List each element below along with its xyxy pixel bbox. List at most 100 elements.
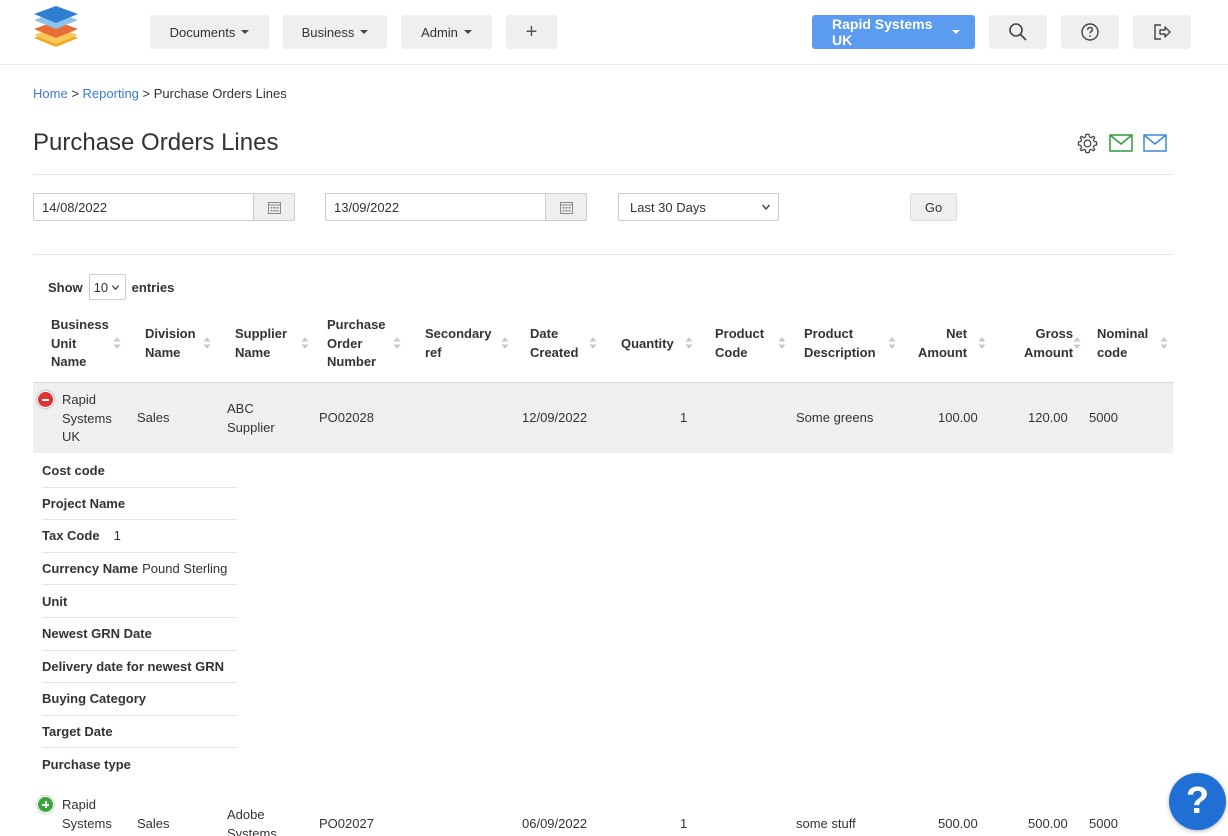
settings-button[interactable]	[1076, 131, 1099, 155]
email-green-button[interactable]	[1109, 131, 1133, 155]
breadcrumb-home-link[interactable]: Home	[33, 86, 68, 101]
detail-key: Currency Name	[42, 561, 139, 577]
sort-icon[interactable]	[1160, 336, 1168, 350]
column-header[interactable]: Product Description	[804, 325, 876, 362]
sort-icon[interactable]	[1073, 336, 1081, 350]
chevron-down-icon	[761, 204, 771, 211]
date-to-input[interactable]	[325, 193, 545, 221]
column-header-line: Number	[327, 354, 377, 369]
sort-icon[interactable]	[501, 336, 509, 350]
column-header-line: Gross	[1035, 326, 1074, 342]
expand-row-icon[interactable]	[37, 796, 54, 813]
detail-row: Tax Code 1	[42, 520, 237, 553]
table-row-cell-date-created: 06/09/2022	[522, 816, 588, 831]
column-header-line: Name	[145, 344, 181, 360]
company-switcher-button[interactable]: Rapid Systems UK	[812, 15, 975, 49]
caret-down-icon	[241, 30, 250, 34]
detail-key: Unit	[42, 593, 68, 609]
column-header-line: Date	[530, 326, 559, 342]
business-menu-button[interactable]: Business	[283, 15, 387, 49]
column-header-line: Product	[804, 326, 854, 342]
date-from-input[interactable]	[33, 193, 253, 221]
email-blue-icon	[1143, 134, 1167, 152]
cell-line: Rapid	[62, 392, 96, 407]
column-header[interactable]: Supplier Name	[235, 325, 287, 362]
breadcrumb-separator: >	[71, 86, 79, 101]
help-circle-icon	[1081, 23, 1099, 41]
search-icon	[1009, 23, 1027, 41]
cell-line: UK	[62, 429, 81, 444]
column-header-line: Net	[946, 326, 968, 342]
date-from-group	[33, 193, 295, 221]
go-button[interactable]: Go	[910, 193, 957, 221]
sort-icon[interactable]	[589, 336, 597, 350]
breadcrumb: Home > Reporting > Purchase Orders Lines	[33, 86, 287, 101]
sort-icon[interactable]	[778, 336, 786, 350]
table-row-cell-quantity: 1	[680, 816, 688, 831]
table-row-cell-supplier: ABC Supplier	[227, 400, 275, 437]
table-row-selected[interactable]	[33, 383, 1173, 453]
column-header[interactable]: Quantity	[621, 335, 674, 354]
admin-menu-button[interactable]: Admin	[401, 15, 492, 49]
column-header[interactable]: Nominal code	[1097, 325, 1148, 362]
caret-down-icon	[360, 30, 369, 34]
help-chat-button[interactable]: ?	[1169, 773, 1226, 830]
table-row-cell-division: Sales	[137, 816, 170, 831]
detail-key: Buying Category	[42, 691, 147, 707]
date-from-picker-button[interactable]	[253, 193, 295, 221]
column-header[interactable]: Gross Amount	[1024, 325, 1073, 362]
add-new-button[interactable]: +	[506, 15, 557, 49]
detail-row: Purchase type	[42, 748, 237, 781]
help-button[interactable]	[1061, 15, 1119, 49]
email-green-icon	[1109, 134, 1133, 152]
search-button[interactable]	[989, 15, 1047, 49]
company-name: Rapid Systems UK	[832, 16, 933, 48]
cell-line: ABC	[227, 401, 254, 416]
calendar-icon	[559, 201, 573, 214]
business-menu-label: Business	[301, 24, 355, 40]
entries-value: 10	[93, 279, 109, 295]
chevron-down-icon	[112, 284, 120, 290]
plus-icon: +	[525, 20, 538, 43]
detail-key: Tax Code	[42, 528, 100, 544]
breadcrumb-reporting-link[interactable]: Reporting	[83, 86, 139, 101]
column-header[interactable]: Business Unit Name	[51, 316, 109, 372]
table-row-cell-net-amount: 100.00	[938, 410, 978, 425]
email-blue-button[interactable]	[1143, 131, 1167, 155]
detail-key: Delivery date for newest GRN	[42, 658, 225, 674]
top-navbar: Documents Business Admin + Rapid Systems…	[0, 0, 1228, 65]
column-header[interactable]: Date Created	[530, 325, 578, 362]
entries-per-page-select[interactable]: 10	[88, 274, 126, 300]
logout-button[interactable]	[1133, 15, 1191, 49]
admin-menu-label: Admin	[421, 24, 458, 40]
detail-value: 1	[113, 528, 121, 544]
column-header[interactable]: Net Amount	[918, 325, 967, 362]
date-to-group	[325, 193, 587, 221]
collapse-row-icon[interactable]	[37, 391, 54, 408]
cell-line: Adobe	[227, 807, 265, 822]
column-header[interactable]: Secondary ref	[425, 325, 491, 362]
detail-row: Unit	[42, 585, 237, 618]
sort-icon[interactable]	[888, 336, 896, 350]
sort-icon[interactable]	[301, 336, 309, 350]
sort-icon[interactable]	[685, 336, 693, 350]
column-header-line: Division	[145, 326, 196, 342]
sort-icon[interactable]	[393, 336, 401, 350]
table-row-cell-nominal-code: 5000	[1089, 410, 1118, 425]
column-header[interactable]: Division Name	[145, 325, 196, 362]
column-header-line: code	[1097, 344, 1128, 360]
sort-icon[interactable]	[203, 336, 211, 350]
column-header-line: Amount	[1024, 344, 1074, 360]
column-header-line: Quantity	[621, 335, 674, 351]
sort-icon[interactable]	[978, 336, 986, 350]
date-to-picker-button[interactable]	[545, 193, 587, 221]
date-range-select[interactable]: Last 30 Days	[618, 193, 779, 221]
documents-menu-button[interactable]: Documents	[150, 15, 269, 49]
column-header[interactable]: Product Code	[715, 325, 764, 362]
column-header[interactable]: Purchase Order Number	[327, 316, 386, 372]
app-logo[interactable]	[30, 4, 82, 50]
cell-line: Systems	[62, 815, 112, 831]
sort-icon[interactable]	[113, 336, 121, 350]
detail-row: Cost code	[42, 455, 237, 488]
detail-key: Cost code	[42, 463, 105, 479]
